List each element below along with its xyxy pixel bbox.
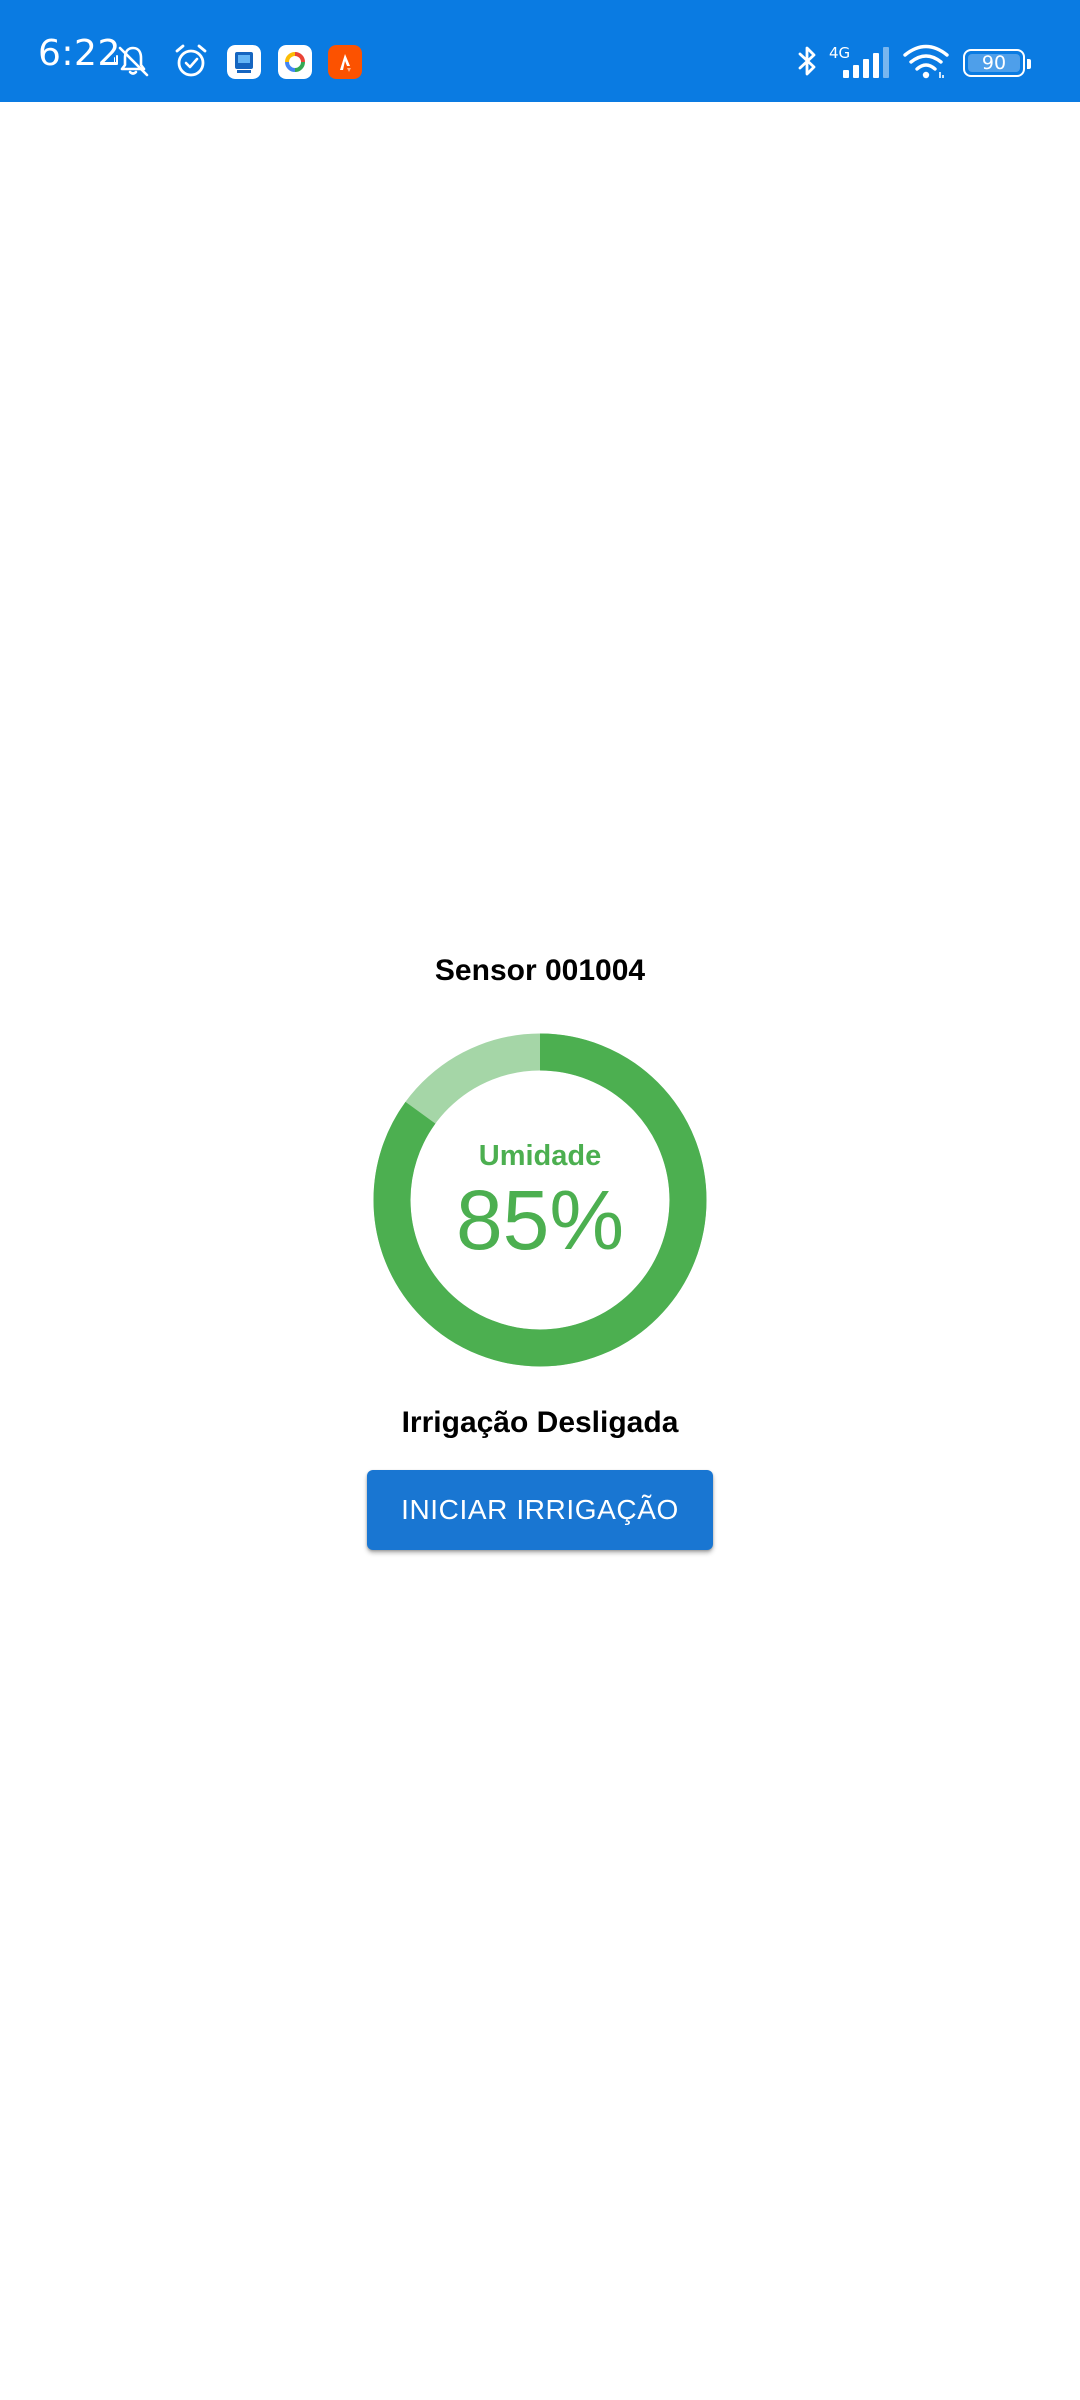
main-content: Sensor 001004 Umidade 85% Irrigação Desl… [0,102,1080,2400]
status-bar: 6:22 4G 90 [0,0,1080,102]
app-notification-icon [227,45,261,79]
wifi-icon [902,42,950,80]
gauge-value: 85% [455,1173,625,1267]
start-irrigation-button[interactable]: INICIAR IRRIGAÇÃO [367,1470,713,1550]
battery-icon: 90 [963,49,1031,79]
humidity-gauge: Umidade 85% [372,1032,708,1368]
battery-cap [1027,59,1031,69]
irrigation-status: Irrigação Desligada [401,1406,679,1439]
battery-level: 90 [981,52,1007,74]
alarm-clock-icon [172,42,210,80]
bluetooth-icon [788,42,826,80]
sensor-title: Sensor 001004 [434,954,646,987]
status-time: 6:22 [38,33,121,74]
app-notification-icon [328,45,362,79]
app-notification-icon [278,45,312,79]
mute-notification-icon [114,42,152,80]
signal-strength-icon [841,42,891,80]
gauge-label: Umidade [478,1140,602,1172]
